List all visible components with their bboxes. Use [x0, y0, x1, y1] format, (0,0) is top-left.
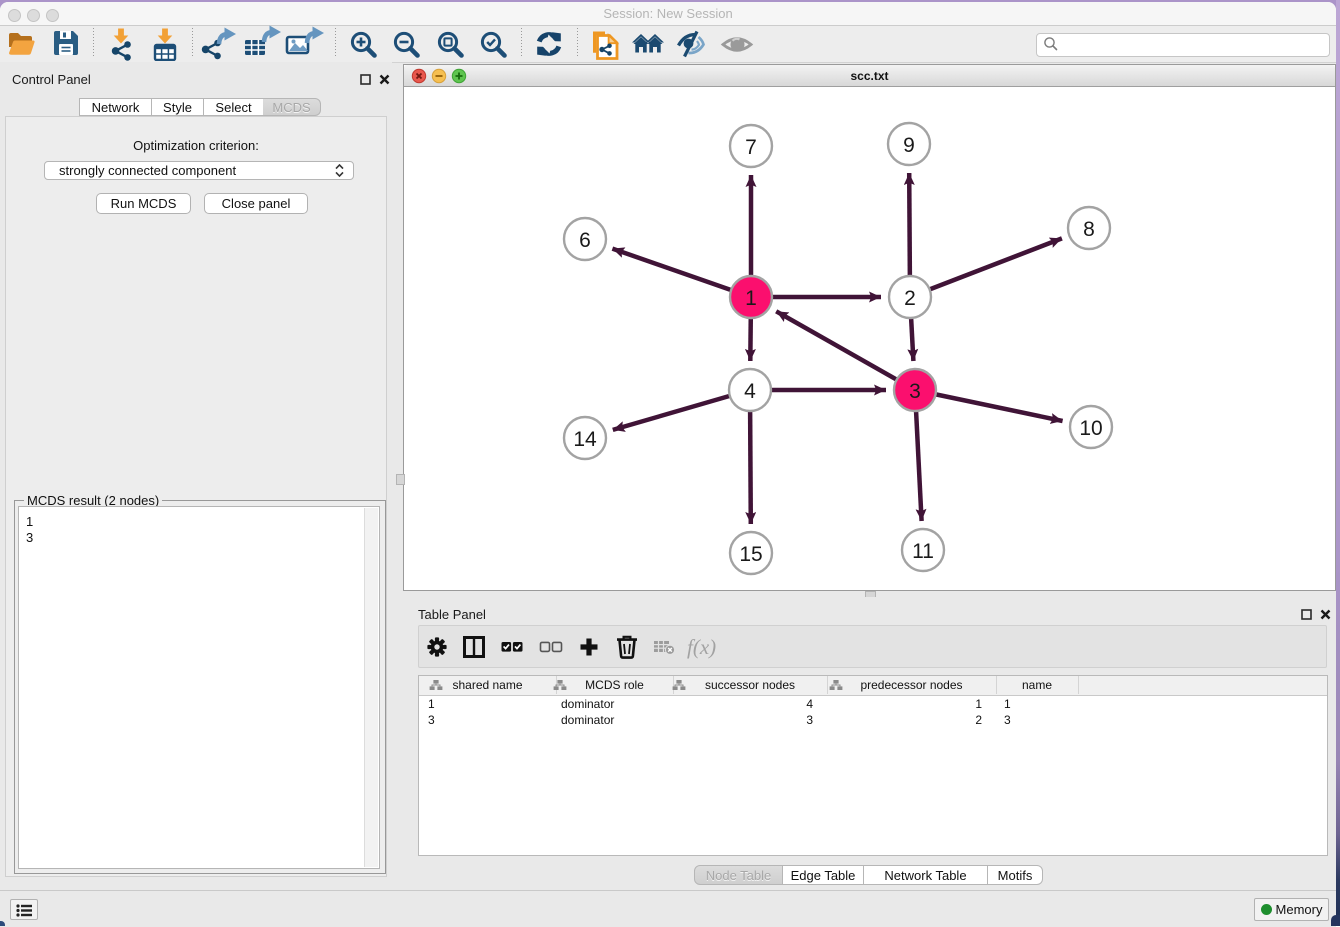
svg-text:7: 7 [745, 136, 757, 159]
svg-text:8: 8 [1083, 218, 1095, 241]
svg-text:f(x): f(x) [687, 635, 716, 659]
svg-text:11: 11 [912, 540, 934, 563]
svg-text:4: 4 [744, 380, 756, 403]
svg-text:3: 3 [909, 380, 921, 403]
svg-text:15: 15 [739, 543, 762, 566]
svg-text:6: 6 [579, 229, 591, 252]
svg-text:14: 14 [573, 428, 597, 451]
svg-text:1: 1 [745, 287, 757, 310]
svg-text:9: 9 [903, 134, 915, 157]
svg-text:2: 2 [904, 287, 916, 310]
svg-text:10: 10 [1079, 417, 1102, 440]
